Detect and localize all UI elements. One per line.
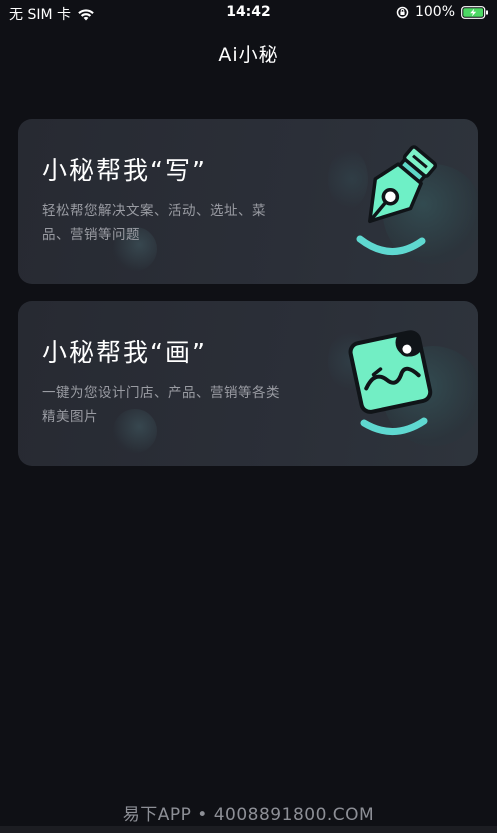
orientation-lock-icon [396, 6, 409, 18]
battery-charging-icon [461, 5, 488, 19]
picture-icon [348, 330, 433, 435]
write-card-description: 轻松帮您解决文案、活动、选址、菜品、营销等问题 [42, 203, 266, 243]
write-card[interactable]: 小秘帮我“写” 轻松帮您解决文案、活动、选址、菜品、营销等问题 [18, 119, 478, 284]
write-card-title: 小秘帮我“写” [42, 156, 207, 185]
status-right: 100% [396, 4, 489, 20]
draw-card[interactable]: 小秘帮我“画” 一键为您设计门店、产品、营销等各类精美图片 [18, 301, 478, 466]
page-title: Ai小秘 [218, 44, 279, 66]
bottom-bar [0, 826, 497, 833]
draw-card-title: 小秘帮我“画” [42, 338, 207, 367]
app-screen: 无 SIM 卡 14:42 100% Ai小秘 小秘帮我“写” 轻松帮您解决文案… [0, 0, 497, 833]
pen-nib-icon [356, 145, 438, 255]
draw-card-description: 一键为您设计门店、产品、营销等各类精美图片 [42, 385, 280, 425]
watermark-text: 易下APP • 4008891800.COM [122, 805, 375, 825]
battery-percent: 100% [414, 4, 455, 20]
status-bar: 无 SIM 卡 14:42 100% [0, 0, 497, 26]
